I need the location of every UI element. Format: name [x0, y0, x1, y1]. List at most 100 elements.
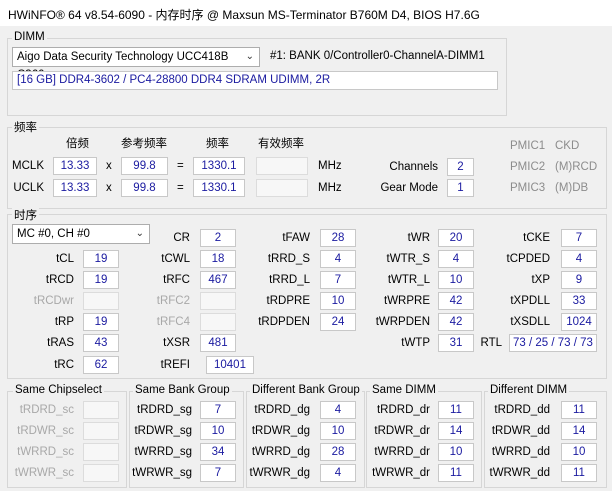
tFAW-label: tFAW: [282, 232, 310, 244]
tRRD_L-label: tRRD_L: [269, 274, 310, 286]
same-bank-group-label: Same Bank Group: [133, 384, 232, 396]
tWRPRE-value: 42: [438, 292, 474, 310]
CR-value: 2: [200, 229, 236, 247]
tRFC-value: 467: [200, 271, 236, 289]
uclk-unit: MHz: [318, 182, 342, 194]
col-eff-freq: 有效频率: [258, 138, 304, 150]
uclk-freq: 1330.1: [193, 179, 245, 197]
mclk-freq: 1330.1: [193, 157, 245, 175]
mclk-equals: =: [177, 160, 184, 172]
tWRRD_dr-label: tWRRD_dr: [374, 446, 430, 458]
tWTP-label: tWTP: [401, 337, 430, 349]
window-title: HWiNFO® 64 v8.54-6090 - 内存时序 @ Maxsun MS…: [8, 8, 480, 22]
tXP-value: 9: [561, 271, 597, 289]
tXSR-label: tXSR: [163, 337, 190, 349]
tRCD-value: 19: [83, 271, 119, 289]
mclk-unit: MHz: [318, 160, 342, 172]
uclk-eff: [256, 179, 308, 197]
title-bar[interactable]: HWiNFO® 64 v8.54-6090 - 内存时序 @ Maxsun MS…: [0, 0, 612, 26]
tRRD_L-value: 7: [320, 271, 356, 289]
tRDWR_sc-label: tRDWR_sc: [17, 425, 74, 437]
tRDRD_dr-label: tRDRD_dr: [376, 404, 430, 416]
tWRWR_sc-label: tWRWR_sc: [14, 467, 74, 479]
tRDRD_dg-label: tRDRD_dg: [254, 404, 310, 416]
tCL-label: tCL: [56, 253, 74, 265]
uclk-multiplier: 13.33: [53, 179, 97, 197]
col-freq: 频率: [206, 138, 229, 150]
tRFC4-label: tRFC4: [156, 316, 190, 328]
tRC-label: tRC: [54, 359, 74, 371]
pmic3-label: PMIC3: [510, 182, 546, 194]
tWRRD_sg-value: 34: [200, 443, 236, 461]
tRDRD_sg-value: 7: [200, 401, 236, 419]
dimm-module-select[interactable]: Aigo Data Security Technology UCC418B C3…: [12, 47, 260, 81]
tXSR-value: 481: [200, 334, 236, 352]
tWTR_S-label: tWTR_S: [386, 253, 430, 265]
tWRWR_dg-value: 4: [320, 464, 356, 482]
tFAW-value: 28: [320, 229, 356, 247]
tCPDED-label: tCPDED: [506, 253, 550, 265]
tXSDLL-value: 1024: [561, 313, 597, 331]
col-ref-freq: 参考频率: [121, 138, 167, 150]
tXPDLL-value: 33: [561, 292, 597, 310]
uclk-times: x: [106, 182, 112, 194]
tRDRD_sg-label: tRDRD_sg: [137, 404, 192, 416]
diff-dimm-label: Different DIMM: [488, 384, 570, 396]
tRDWR_sg-label: tRDWR_sg: [134, 425, 192, 437]
tXSDLL-label: tXSDLL: [510, 316, 550, 328]
tRFC2-value: [200, 292, 236, 310]
channel-select-value: MC #0, CH #0: [17, 228, 90, 240]
timing-group-label: 时序: [12, 207, 39, 223]
uclk-ref: 99.8: [121, 179, 168, 197]
tRAS-label: tRAS: [47, 337, 74, 349]
tRDPRE-value: 10: [320, 292, 356, 310]
tRDWR_dr-value: 14: [438, 422, 474, 440]
tREFI-label: tREFI: [160, 359, 190, 371]
tWTR_L-label: tWTR_L: [387, 274, 430, 286]
tRDWR_dg-value: 10: [320, 422, 356, 440]
tRDRD_dd-value: 11: [561, 401, 597, 419]
tRRD_S-value: 4: [320, 250, 356, 268]
pmic1-label: PMIC1: [510, 140, 546, 152]
tRDPRE-label: tRDPRE: [266, 295, 310, 307]
tCWL-label: tCWL: [161, 253, 190, 265]
tXPDLL-label: tXPDLL: [510, 295, 550, 307]
uclk-label: UCLK: [13, 182, 44, 194]
tRDRD_sc-label: tRDRD_sc: [19, 404, 74, 416]
CR-label: CR: [173, 232, 190, 244]
col-multiplier: 倍频: [66, 138, 89, 150]
tRCDwr-label: tRCDwr: [33, 295, 74, 307]
tXP-label: tXP: [531, 274, 550, 286]
tRFC2-label: tRFC2: [156, 295, 190, 307]
RTL-value: 73 / 25 / 73 / 73: [509, 334, 597, 352]
tCL-value: 19: [83, 250, 119, 268]
tRDPDEN-value: 24: [320, 313, 356, 331]
tWRRD_dg-label: tWRRD_dg: [251, 446, 310, 458]
tRDRD_sc-value: [83, 401, 119, 419]
tWTR_L-value: 10: [438, 271, 474, 289]
tRFC4-value: [200, 313, 236, 331]
same-chipselect-label: Same Chipselect: [13, 384, 104, 396]
tCKE-value: 7: [561, 229, 597, 247]
tRC-value: 62: [83, 356, 119, 374]
chevron-down-icon: ⌄: [245, 51, 254, 62]
tRRD_S-label: tRRD_S: [267, 253, 310, 265]
tWRWR_dr-value: 11: [438, 464, 474, 482]
channels-value: 2: [447, 158, 474, 176]
tWRRD_sc-value: [83, 443, 119, 461]
tWTR_S-value: 4: [438, 250, 474, 268]
tWRWR_dd-label: tWRWR_dd: [489, 467, 551, 479]
channels-label: Channels: [389, 161, 438, 173]
gear-mode-value: 1: [447, 179, 474, 197]
tWR-label: tWR: [407, 232, 430, 244]
tWRRD_dd-label: tWRRD_dd: [491, 446, 550, 458]
tRP-label: tRP: [54, 316, 74, 328]
mclk-eff: [256, 157, 308, 175]
tRCD-label: tRCD: [45, 274, 74, 286]
pmic1-value: CKD: [555, 140, 580, 152]
tCWL-value: 18: [200, 250, 236, 268]
dimm-slot-info: #1: BANK 0/Controller0-ChannelA-DIMM1: [270, 50, 485, 62]
dimm-group-label: DIMM: [12, 31, 47, 43]
uclk-equals: =: [177, 182, 184, 194]
tRDWR_sg-value: 10: [200, 422, 236, 440]
